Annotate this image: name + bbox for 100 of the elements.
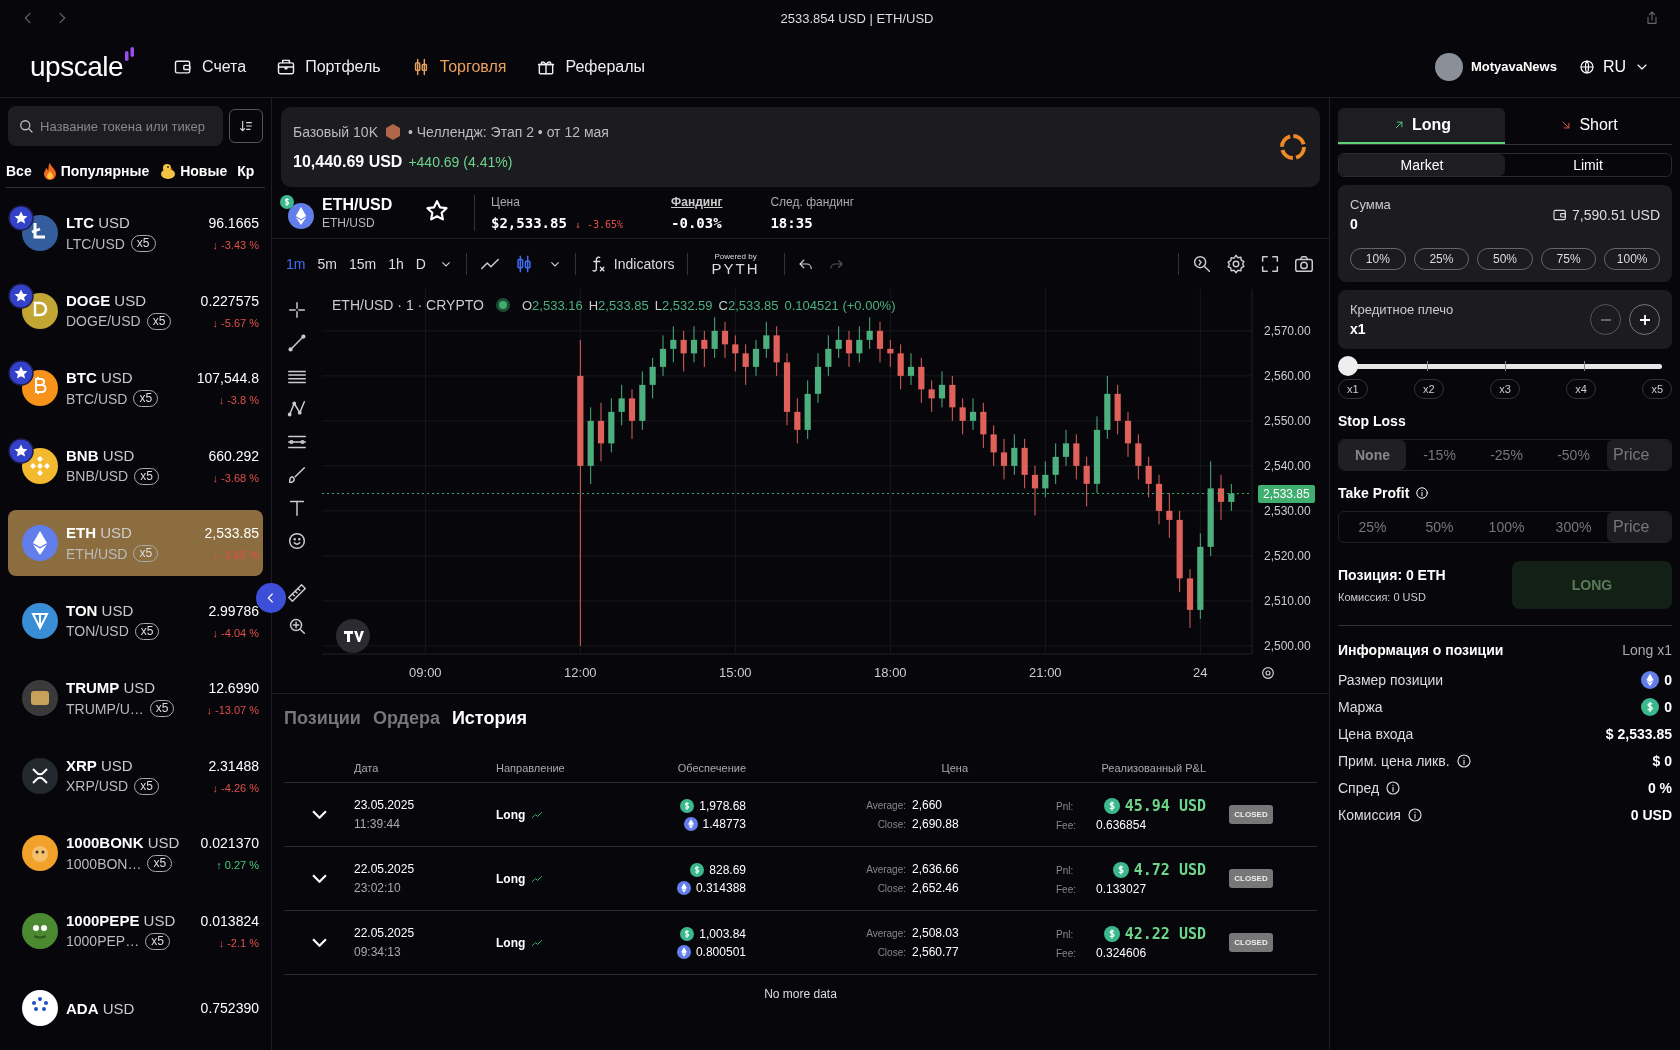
candle [742, 343, 749, 386]
coin-name: DOGE USD [66, 291, 148, 309]
price-axis-label: 2,570.00 [1264, 323, 1311, 338]
coin-list-item[interactable]: TRUMP USD TRUMP/U… x5 12.6990 ↓ -13.07 % [8, 665, 263, 731]
side-tab[interactable]: Long [1338, 108, 1505, 144]
coin-pair: 1000BON… [66, 855, 142, 872]
trade-date: 23.05.2025 [354, 798, 416, 812]
trade-direction: Long [496, 935, 526, 950]
coin-list-item[interactable]: BTC USD BTC/USD x5 107,544.8 ↓ -3.8 % [8, 355, 263, 421]
candle [949, 375, 956, 422]
price-axis-label: 2,560.00 [1264, 368, 1311, 383]
indicators-button[interactable]: Indicators [587, 254, 675, 274]
interval-tab[interactable]: 5m [317, 256, 337, 272]
order-type-tab[interactable]: Limit [1505, 154, 1671, 176]
slider-tick [1426, 360, 1428, 371]
slider-thumb[interactable] [1338, 356, 1358, 376]
coin-list-item[interactable]: DOGE USD DOGE/USD x5 0.227575 ↓ -5.67 % [8, 277, 263, 344]
crosshair-icon[interactable] [286, 299, 308, 321]
settings-icon[interactable] [1260, 665, 1276, 681]
trade-direction: Long [496, 807, 526, 822]
time-axis-label: 18:00 [874, 665, 907, 680]
nav-item[interactable]: Торговля [410, 56, 507, 77]
filter-tab[interactable]: Популярные [41, 161, 150, 180]
collateral-eth: 0.800501 [695, 944, 746, 959]
realized-pnl: 45.94 USD [1124, 797, 1206, 815]
chart-symbol: ETH/USD · 1 · CRYPTO [332, 297, 484, 313]
magnifier-icon[interactable] [1191, 253, 1213, 275]
language-selector[interactable]: RU [1578, 57, 1650, 76]
filter-tab[interactable]: Кр [237, 162, 255, 179]
coin-list-item[interactable]: ETH USD ETH/USD x5 2,533.85 ↓ -3.65 % [8, 510, 263, 576]
interval-tab[interactable]: 1m [286, 256, 306, 272]
coin-name: 1000PEPE USD [66, 911, 177, 929]
ruler-icon[interactable] [286, 582, 308, 604]
nav-item[interactable]: Счета [173, 56, 247, 77]
coin-list-item[interactable]: TON USD TON/USD x5 2.99786 ↓ -4.04 % [8, 587, 263, 654]
expand-row-button[interactable] [311, 810, 327, 819]
search-icon [17, 117, 35, 135]
expand-row-button[interactable] [311, 874, 327, 883]
orders-tab[interactable]: Позиции [284, 708, 361, 729]
flame-icon [41, 161, 58, 180]
interval-tab[interactable]: D [415, 256, 426, 272]
brush-icon[interactable] [286, 464, 308, 486]
coin-name: TON USD [66, 601, 135, 619]
close-price: 2,652.46 [912, 881, 960, 895]
filter-tab[interactable]: Все [6, 162, 32, 179]
camera-icon[interactable] [1293, 253, 1315, 275]
price-label: Average: [865, 863, 907, 875]
coin-list-item[interactable]: LTC USD LTC/USD x5 96.1665 ↓ -3.43 % [8, 200, 263, 266]
trend-line-icon[interactable] [286, 332, 308, 354]
coin-list-item[interactable]: ADA USD 0.752390 [8, 975, 263, 1041]
info-label: Комиссия [1338, 806, 1401, 823]
info-value: 0 USD [1630, 806, 1672, 823]
coin-list-item[interactable]: XRP USD XRP/USD x5 2.31488 ↓ -4.26 % [8, 742, 263, 809]
order-type-tab[interactable]: Market [1339, 154, 1505, 176]
share-button[interactable] [1644, 10, 1660, 26]
side-tab[interactable]: Short [1505, 108, 1672, 144]
coin-list-item[interactable]: BNB USD BNB/USD x5 660.292 ↓ -3.68 % [8, 432, 263, 499]
filter-tab[interactable]: Новые [159, 161, 228, 180]
search-field[interactable]: Название токена или тикер [8, 106, 223, 146]
price-change: ↓ -3.43 % [212, 239, 259, 251]
candle [1031, 465, 1039, 516]
take-profit-title: Take Profit [1338, 485, 1410, 501]
account-balance: 10,440.69 USD [293, 153, 403, 171]
leverage-label: Кредитное плечо [1350, 302, 1455, 317]
orders-tab[interactable]: История [451, 708, 527, 729]
coin-list-item[interactable]: 1000PEPE USD 1000PEP… x5 0.013824 ↓ -2.1 % [8, 897, 263, 964]
interval-tab[interactable]: 15m [348, 256, 377, 272]
status-badge: CLOSED [1229, 933, 1273, 952]
chevron-down-icon [311, 938, 327, 947]
fullscreen-icon[interactable] [1259, 253, 1281, 275]
trade-direction: Long [496, 871, 526, 886]
dollar-coin-icon [1103, 798, 1120, 814]
coin-name: TRUMP USD [66, 679, 157, 696]
amount-value[interactable]: 0 [1350, 216, 1553, 232]
ticker-price: $2,533.85 [491, 214, 567, 231]
emoji-icon[interactable] [286, 530, 308, 552]
orders-tab[interactable]: Ордера [372, 708, 440, 729]
price-change: ↓ -3.68 % [212, 471, 259, 484]
candle [649, 357, 656, 399]
candle [1011, 433, 1018, 476]
info-value: 0 % [1647, 779, 1672, 796]
nav-item[interactable]: Портфель [276, 56, 381, 77]
candle [845, 330, 853, 368]
fee-label: Fee: [1056, 883, 1077, 895]
price-label: Close: [876, 882, 907, 894]
funding-link[interactable]: Фандинг [671, 194, 723, 209]
price-axis-label: 2,500.00 [1264, 638, 1311, 653]
avatar[interactable] [1434, 52, 1463, 81]
slider-tick [1583, 360, 1585, 371]
interval-tab[interactable]: 1h [388, 256, 404, 272]
settings-icon[interactable] [1225, 253, 1247, 275]
coin-list-item[interactable]: 1000BONK USD 1000BON… x5 0.021370 ↑ 0.27 % [8, 820, 263, 886]
user-name[interactable]: MotyavaNews [1470, 59, 1557, 74]
column-header: Дата [354, 761, 380, 774]
sort-button[interactable] [229, 109, 263, 143]
candle [1228, 483, 1235, 512]
expand-row-button[interactable] [311, 938, 327, 947]
candle [639, 370, 646, 431]
nav-item[interactable]: Рефералы [536, 56, 646, 77]
coin-pair: BTC/USD [66, 390, 128, 407]
